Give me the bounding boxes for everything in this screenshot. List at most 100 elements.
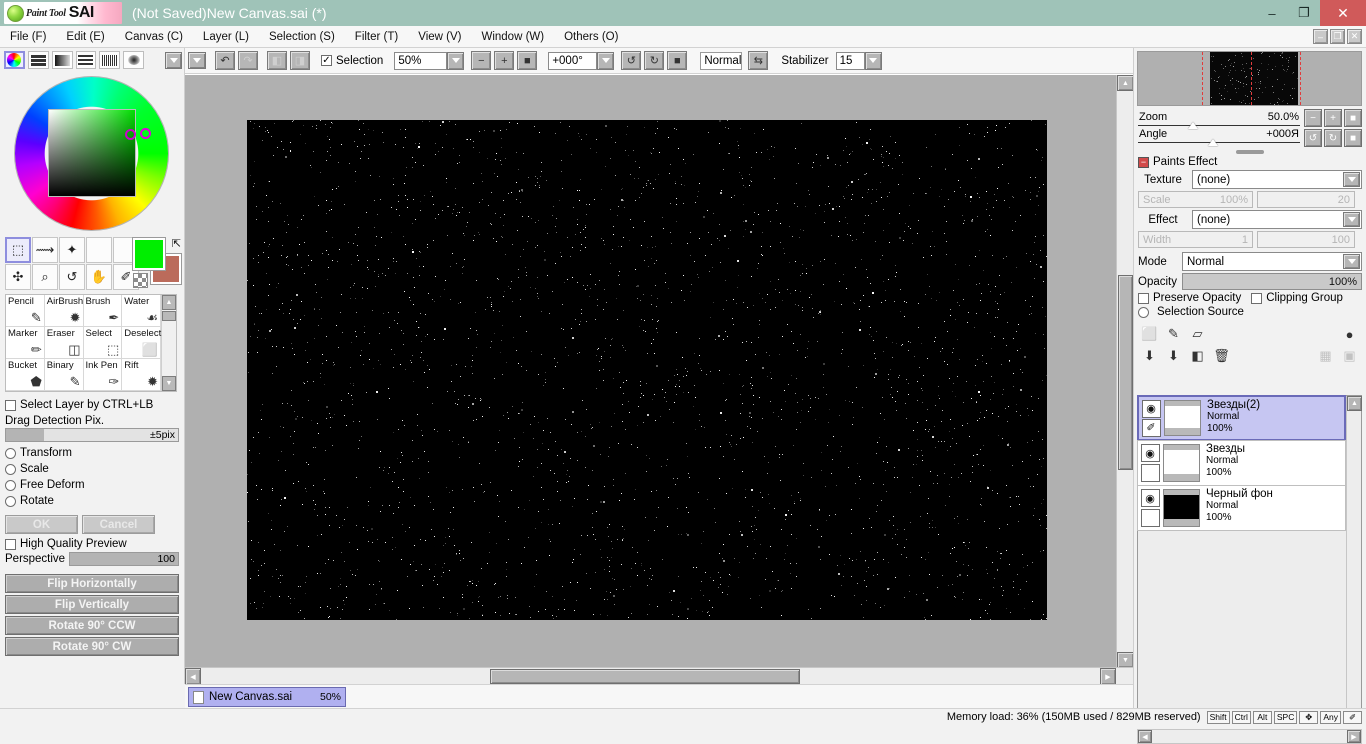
zoom-in-button[interactable]: + xyxy=(494,51,515,70)
angle-dropdown-icon[interactable] xyxy=(597,51,615,70)
zoom-out-button[interactable]: − xyxy=(471,51,492,70)
restore-button[interactable]: ❐ xyxy=(1288,0,1320,26)
scroll-down-icon[interactable]: ▼ xyxy=(162,376,176,391)
merge-visible-button[interactable]: ⬇ xyxy=(1163,346,1184,366)
rotate-ccw-toolbar-button[interactable]: ↺ xyxy=(621,51,642,70)
menu-item-others[interactable]: Others (O) xyxy=(554,29,628,45)
perspective-slider[interactable]: 100 xyxy=(69,552,179,566)
clear-layer-button[interactable]: ◧ xyxy=(1187,346,1208,366)
clipping-group-toggle[interactable]: Clipping Group xyxy=(1251,292,1343,304)
mode-freedeform-row[interactable]: Free Deform xyxy=(0,477,184,493)
menu-item-window[interactable]: Window (W) xyxy=(471,29,554,45)
tool-select[interactable]: Select ⬚ xyxy=(83,327,123,359)
rotate-reset-button[interactable]: ■ xyxy=(667,51,688,70)
layer-mask-button[interactable]: ● xyxy=(1339,324,1360,344)
undo-button[interactable]: ↶ xyxy=(215,51,235,70)
effect-combo[interactable]: (none) xyxy=(1192,210,1362,229)
zoom-dropdown-icon[interactable] xyxy=(447,51,465,70)
canvas-scroll-left-icon[interactable]: ◀ xyxy=(185,668,201,685)
menu-item-selection[interactable]: Selection (S) xyxy=(259,29,345,45)
menu-item-view[interactable]: View (V) xyxy=(408,29,471,45)
free-deform-radio[interactable] xyxy=(5,479,16,491)
layer-row-2[interactable]: ◉ Черный фон Normal 100% xyxy=(1137,485,1346,531)
tool-grid-scroll-thumb[interactable] xyxy=(162,311,176,321)
mode-transform-row[interactable]: Transform xyxy=(0,445,184,461)
layer-0-thumbnail[interactable] xyxy=(1164,400,1201,436)
layer-hscroll-left-icon[interactable]: ◀ xyxy=(1138,730,1152,743)
flip-vertically-button[interactable]: Flip Vertically xyxy=(5,595,179,614)
navigator-zoom-in-button[interactable]: + xyxy=(1324,109,1342,127)
tool-inkpen[interactable]: Ink Pen ✑ xyxy=(83,359,123,391)
mode-scale-row[interactable]: Scale xyxy=(0,461,184,477)
view-mode-value[interactable]: Normal xyxy=(700,51,743,70)
angle-value[interactable]: +000° xyxy=(548,51,598,70)
new-folder-button[interactable]: ▱ xyxy=(1187,324,1208,344)
transform-radio[interactable] xyxy=(5,447,16,459)
swap-colors-icon[interactable]: ⇱ xyxy=(172,237,181,250)
ok-button[interactable]: OK xyxy=(5,515,78,534)
canvas-vertical-scrollbar[interactable]: ▲ ▼ xyxy=(1116,75,1134,668)
swatch-list-tab-icon[interactable] xyxy=(75,51,97,69)
mdi-close-button[interactable]: ✕ xyxy=(1347,29,1362,44)
color-panel-menu-button[interactable] xyxy=(164,51,183,69)
navigator-rotate-reset-button[interactable]: ■ xyxy=(1344,129,1362,147)
navigator-preview[interactable] xyxy=(1137,51,1362,106)
flip-horizontally-button[interactable]: Flip Horizontally xyxy=(5,574,179,593)
stabilizer-combo[interactable]: 15 xyxy=(835,51,882,70)
minimize-button[interactable]: – xyxy=(1256,0,1288,26)
preserve-opacity-checkbox[interactable] xyxy=(1138,292,1149,304)
navigator-zoom-slider[interactable]: Zoom 50.0% xyxy=(1138,111,1300,129)
blend-mode-dropdown-icon[interactable] xyxy=(1343,254,1360,269)
tool-deselect[interactable]: Deselect ⬜ xyxy=(122,327,161,359)
texture-scale-slider[interactable]: Scale 100% xyxy=(1138,191,1253,208)
texture-strength-slider[interactable]: 20 xyxy=(1257,191,1355,208)
selection-undo-button[interactable]: ◧ xyxy=(267,51,287,70)
layer-2-thumbnail[interactable] xyxy=(1163,489,1200,527)
move-tool[interactable]: ✣ xyxy=(5,264,31,290)
canvas-scroll-up-icon[interactable]: ▲ xyxy=(1117,75,1134,91)
selection-checkbox[interactable]: ✓ xyxy=(321,55,332,66)
panel-splitter-grip[interactable] xyxy=(1134,147,1366,155)
cancel-button[interactable]: Cancel xyxy=(82,515,155,534)
canvas-vscroll-thumb[interactable] xyxy=(1118,275,1133,470)
mdi-minimize-button[interactable]: – xyxy=(1313,29,1328,44)
transparency-checker-icon[interactable] xyxy=(133,273,148,288)
rotate-tool[interactable]: ↺ xyxy=(59,264,85,290)
rect-select-tool[interactable]: ⬚ xyxy=(5,237,31,263)
layer-0-visibility-icon[interactable]: ◉ xyxy=(1141,399,1161,418)
zoom-value[interactable]: 50% xyxy=(394,51,448,70)
layer-0-selection-icon[interactable]: ✐ xyxy=(1141,418,1161,437)
mdi-restore-button[interactable]: ❐ xyxy=(1330,29,1345,44)
collapse-icon[interactable]: − xyxy=(1138,156,1149,168)
canvas-workspace[interactable]: ▲ ▼ ◀ ▶ xyxy=(185,74,1134,685)
rotate-radio[interactable] xyxy=(5,495,16,507)
angle-combo[interactable]: +000° xyxy=(548,51,615,70)
layer-2-selection-icon[interactable] xyxy=(1140,509,1160,527)
toolbar-menu-button[interactable] xyxy=(188,52,206,69)
canvas-scroll-down-icon[interactable]: ▼ xyxy=(1117,652,1134,668)
blend-mode-combo[interactable]: Normal xyxy=(1182,252,1362,271)
rotate-ccw-button[interactable]: Rotate 90° CCW xyxy=(5,616,179,635)
saturation-value-square[interactable] xyxy=(48,109,136,197)
tool-eraser[interactable]: Eraser ◫ xyxy=(44,327,84,359)
document-tab[interactable]: New Canvas.sai 50% xyxy=(188,687,346,707)
canvas-hscroll-thumb[interactable] xyxy=(490,669,800,684)
gradient-tab-icon[interactable] xyxy=(51,51,73,69)
scroll-up-icon[interactable]: ▲ xyxy=(162,295,176,310)
blank-tool-1[interactable] xyxy=(86,237,112,263)
selection-redo-button[interactable]: ◨ xyxy=(290,51,310,70)
color-wheel-widget[interactable] xyxy=(0,71,185,236)
merge-down-button[interactable]: ⬇ xyxy=(1139,346,1160,366)
tool-binary[interactable]: Binary ✎ xyxy=(44,359,84,391)
navigator-zoom-out-button[interactable]: − xyxy=(1304,109,1322,127)
hand-tool[interactable]: ✋ xyxy=(86,264,112,290)
selection-source-row[interactable]: Selection Source xyxy=(1134,305,1366,319)
layer-1-selection-icon[interactable] xyxy=(1140,464,1160,482)
selection-toggle[interactable]: ✓ Selection xyxy=(321,55,383,67)
palette-grid-tab-icon[interactable] xyxy=(99,51,121,69)
clipping-group-checkbox[interactable] xyxy=(1251,292,1263,304)
canvas-horizontal-scrollbar[interactable]: ◀ ▶ xyxy=(185,667,1133,685)
menu-item-file[interactable]: File (F) xyxy=(0,29,56,45)
navigator-rotate-cw-button[interactable]: ↻ xyxy=(1324,129,1342,147)
zoom-combo[interactable]: 50% xyxy=(394,51,465,70)
